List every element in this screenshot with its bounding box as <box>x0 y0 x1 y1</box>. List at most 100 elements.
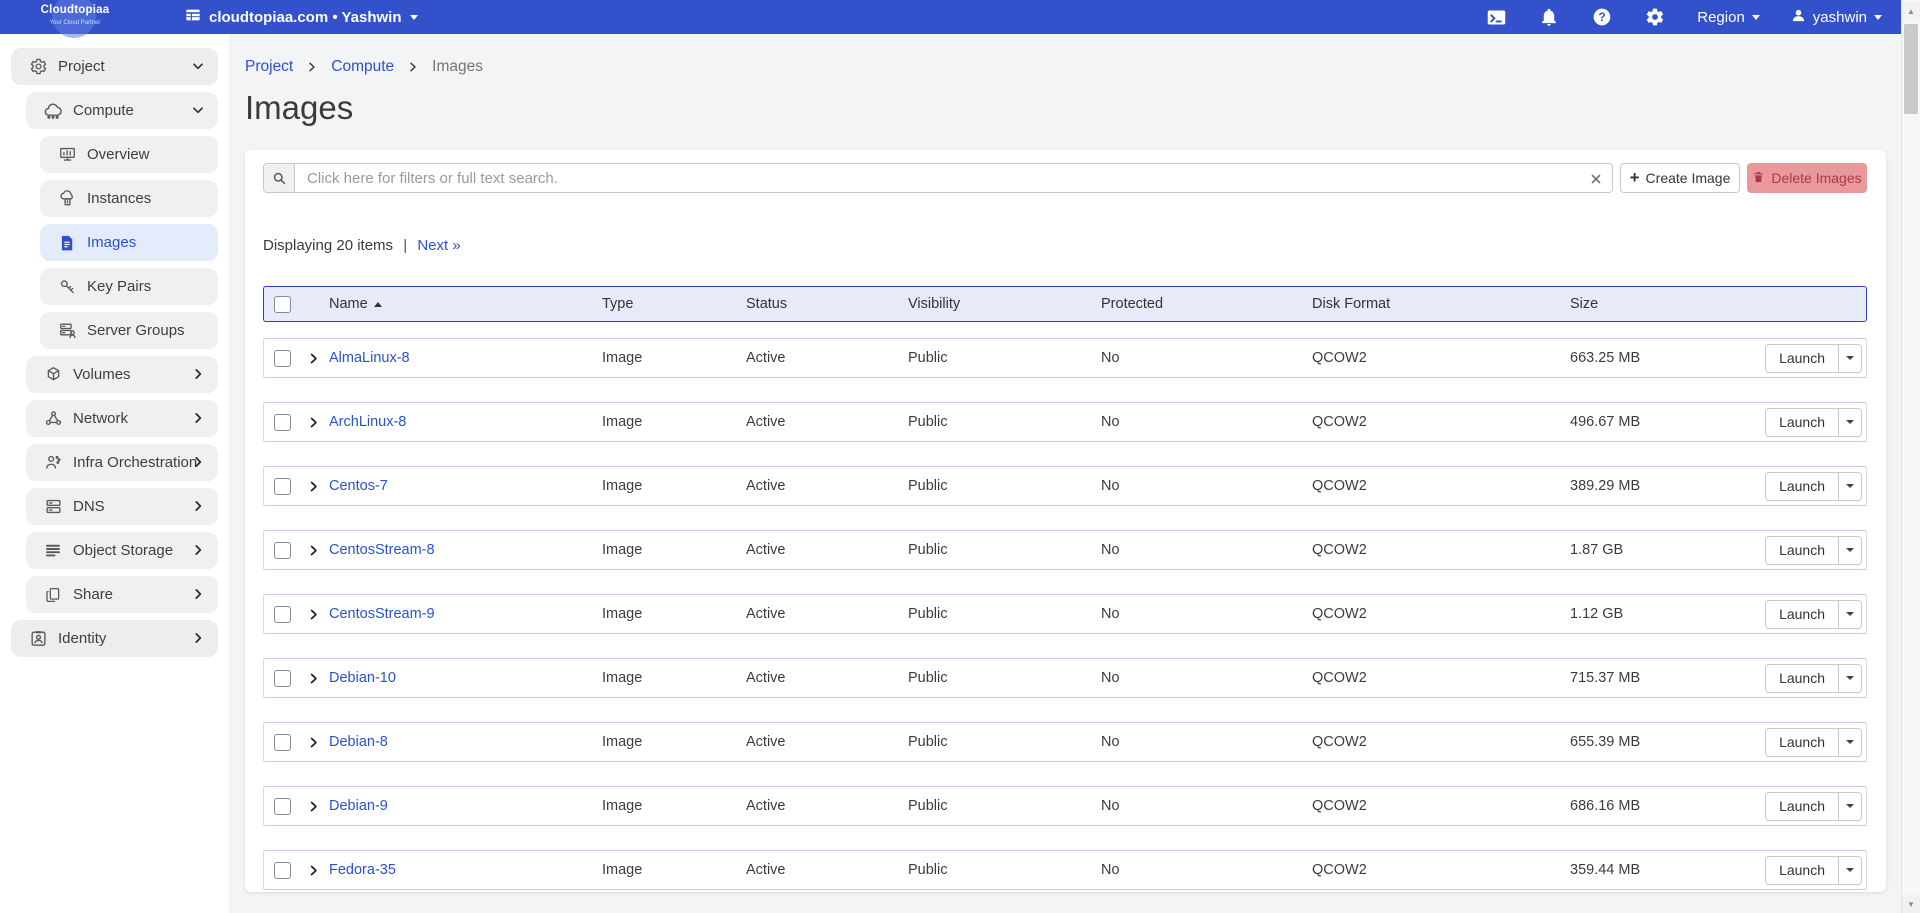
breadcrumb-link[interactable]: Project <box>245 58 293 76</box>
row-expander-icon[interactable] <box>300 544 326 557</box>
row-expander-icon[interactable] <box>300 864 326 877</box>
launch-dropdown-toggle[interactable] <box>1839 728 1862 757</box>
search-icon[interactable] <box>264 164 295 192</box>
sidebar-item-dns[interactable]: DNS <box>26 488 218 525</box>
sidebar-item-compute[interactable]: Compute <box>26 92 218 129</box>
image-name-link[interactable]: Debian-8 <box>326 734 602 750</box>
launch-dropdown-toggle[interactable] <box>1839 536 1862 565</box>
launch-dropdown-toggle[interactable] <box>1839 344 1862 373</box>
sidebar-item-identity[interactable]: Identity <box>11 620 218 657</box>
sidebar-item-instances[interactable]: Instances <box>40 180 218 217</box>
column-header-disk-format[interactable]: Disk Format <box>1312 296 1570 312</box>
console-icon[interactable] <box>1485 6 1507 28</box>
image-name-link[interactable]: Fedora-35 <box>326 862 602 878</box>
row-checkbox[interactable] <box>274 734 291 751</box>
sidebar-item-share[interactable]: Share <box>26 576 218 613</box>
sidebar-item-object-storage[interactable]: Object Storage <box>26 532 218 569</box>
project-context-dropdown[interactable]: cloudtopiaa.com • Yashwin <box>185 7 418 27</box>
launch-button[interactable]: Launch <box>1765 664 1839 693</box>
row-checkbox[interactable] <box>274 478 291 495</box>
launch-dropdown-toggle[interactable] <box>1839 600 1862 629</box>
row-checkbox[interactable] <box>274 670 291 687</box>
search-bar <box>263 163 1613 193</box>
image-name-link[interactable]: AlmaLinux-8 <box>326 350 602 366</box>
launch-button[interactable]: Launch <box>1765 344 1839 373</box>
row-expander-icon[interactable] <box>300 800 326 813</box>
column-header-status[interactable]: Status <box>746 296 908 312</box>
search-input[interactable] <box>295 164 1612 192</box>
column-header-size[interactable]: Size <box>1570 296 1759 312</box>
sidebar-item-images[interactable]: Images <box>40 224 218 261</box>
scroll-down-arrow[interactable]: ▼ <box>1902 895 1920 913</box>
sidebar-item-key-pairs[interactable]: Key Pairs <box>40 268 218 305</box>
image-name-link[interactable]: CentosStream-8 <box>326 542 602 558</box>
launch-button[interactable]: Launch <box>1765 792 1839 821</box>
column-header-protected[interactable]: Protected <box>1101 296 1312 312</box>
breadcrumb-link[interactable]: Compute <box>331 58 394 76</box>
launch-dropdown-toggle[interactable] <box>1839 856 1862 885</box>
delete-images-button[interactable]: Delete Images <box>1747 163 1867 193</box>
image-name-link[interactable]: Centos-7 <box>326 478 602 494</box>
row-expander-icon[interactable] <box>300 480 326 493</box>
column-header-name[interactable]: Name <box>326 296 602 312</box>
clear-search-icon[interactable] <box>1588 171 1603 186</box>
breadcrumb-chevron-icon <box>407 61 419 73</box>
sidebar-item-label: Key Pairs <box>87 278 151 295</box>
breadcrumb-link: Images <box>432 58 483 76</box>
row-expander-icon[interactable] <box>300 352 326 365</box>
create-image-button[interactable]: + Create Image <box>1620 163 1740 193</box>
column-header-type[interactable]: Type <box>602 296 746 312</box>
row-expander-icon[interactable] <box>300 672 326 685</box>
cell-visibility: Public <box>908 798 1101 814</box>
scrollbar-thumb[interactable] <box>1904 24 1918 114</box>
brand-name: Cloudtopiaa <box>30 0 120 20</box>
sidebar-item-volumes[interactable]: Volumes <box>26 356 218 393</box>
sidebar-item-server-groups[interactable]: Server Groups <box>40 312 218 349</box>
row-checkbox[interactable] <box>274 798 291 815</box>
cell-type: Image <box>602 478 746 494</box>
row-checkbox[interactable] <box>274 862 291 879</box>
cell-size: 686.16 MB <box>1570 798 1759 814</box>
scroll-up-arrow[interactable]: ▲ <box>1902 2 1920 20</box>
notifications-icon[interactable] <box>1538 6 1560 28</box>
row-checkbox[interactable] <box>274 606 291 623</box>
row-expander-icon[interactable] <box>300 736 326 749</box>
sidebar-item-label: Identity <box>58 630 106 647</box>
launch-button[interactable]: Launch <box>1765 472 1839 501</box>
row-checkbox[interactable] <box>274 414 291 431</box>
page-scrollbar[interactable]: ▲ ▼ <box>1901 0 1920 913</box>
launch-dropdown-toggle[interactable] <box>1839 472 1862 501</box>
row-expander-icon[interactable] <box>300 608 326 621</box>
row-checkbox[interactable] <box>274 350 291 367</box>
row-expander-icon[interactable] <box>300 416 326 429</box>
launch-button[interactable]: Launch <box>1765 728 1839 757</box>
items-summary: Displaying 20 items | Next » <box>263 237 1867 254</box>
launch-dropdown-toggle[interactable] <box>1839 408 1862 437</box>
settings-icon[interactable] <box>1644 6 1666 28</box>
sidebar-item-network[interactable]: Network <box>26 400 218 437</box>
object-storage-icon <box>43 541 63 561</box>
image-name-link[interactable]: Debian-9 <box>326 798 602 814</box>
row-checkbox[interactable] <box>274 542 291 559</box>
launch-button[interactable]: Launch <box>1765 536 1839 565</box>
launch-dropdown-toggle[interactable] <box>1839 664 1862 693</box>
sidebar-item-infra-orchestration[interactable]: Infra Orchestration <box>26 444 218 481</box>
breadcrumb-chevron-icon <box>306 61 318 73</box>
sidebar-item-overview[interactable]: Overview <box>40 136 218 173</box>
image-name-link[interactable]: CentosStream-9 <box>326 606 602 622</box>
launch-button[interactable]: Launch <box>1765 856 1839 885</box>
pagination-next-link[interactable]: Next » <box>417 237 460 254</box>
region-dropdown[interactable]: Region <box>1697 9 1760 26</box>
user-dropdown[interactable]: yashwin <box>1791 8 1882 27</box>
cell-protected: No <box>1101 734 1312 750</box>
launch-dropdown-toggle[interactable] <box>1839 792 1862 821</box>
sidebar-item-project[interactable]: Project <box>11 48 218 85</box>
cell-visibility: Public <box>908 670 1101 686</box>
help-icon[interactable]: ? <box>1591 6 1613 28</box>
select-all-checkbox[interactable] <box>274 296 291 313</box>
column-header-visibility[interactable]: Visibility <box>908 296 1101 312</box>
image-name-link[interactable]: ArchLinux-8 <box>326 414 602 430</box>
launch-button[interactable]: Launch <box>1765 408 1839 437</box>
image-name-link[interactable]: Debian-10 <box>326 670 602 686</box>
launch-button[interactable]: Launch <box>1765 600 1839 629</box>
